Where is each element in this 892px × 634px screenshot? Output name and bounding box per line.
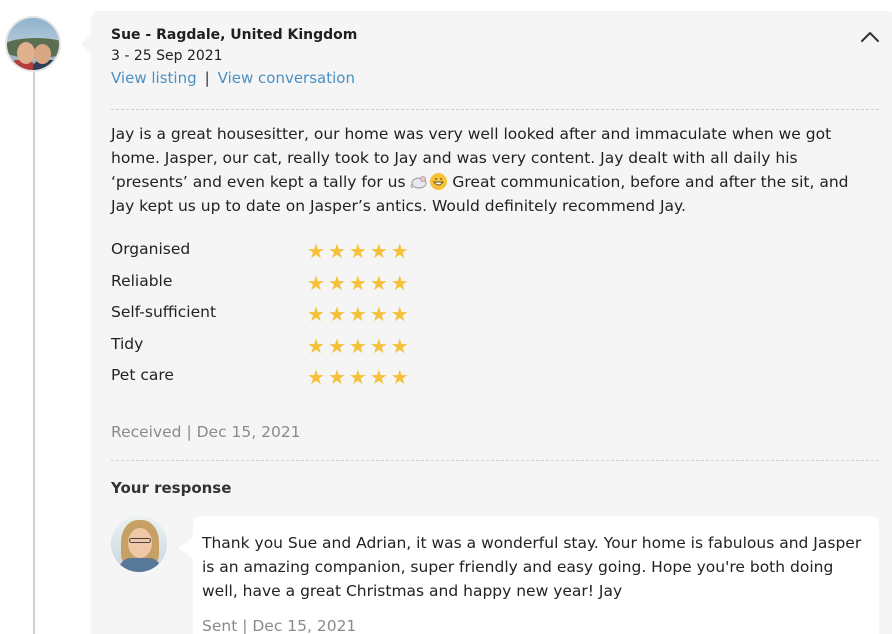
card-pointer [81, 34, 91, 54]
divider [111, 460, 879, 461]
response-heading: Your response [111, 479, 232, 497]
star-icon: ★ [307, 365, 325, 389]
reviewer-avatar [5, 16, 61, 72]
collapse-button[interactable] [859, 26, 881, 46]
link-separator: | [204, 69, 210, 87]
star-rating: ★ ★ ★ ★ ★ [307, 364, 409, 390]
reviewer-name: Sue - Ragdale, United Kingdom [111, 27, 358, 43]
rating-label: Pet care [111, 366, 174, 384]
star-icon: ★ [390, 239, 409, 263]
star-icon: ★ [348, 302, 367, 326]
response-bubble-pointer [178, 538, 193, 558]
star-icon: ★ [327, 333, 346, 358]
star-icon: ★ [327, 365, 346, 389]
rating-row-tidy: Tidy ★ ★ ★ ★ ★ [111, 331, 511, 363]
responder-avatar [111, 516, 167, 572]
response-text: Thank you Sue and Adrian, it was a wonde… [202, 534, 862, 600]
star-icon: ★ [327, 270, 346, 295]
rating-label: Organised [111, 240, 191, 258]
grinning-face-emoji [430, 173, 448, 190]
star-rating: ★ ★ ★ ★ ★ [307, 238, 409, 264]
rating-label: Reliable [111, 271, 173, 290]
rating-label: Self-sufficient [111, 303, 217, 321]
rating-row-pet-care: Pet care ★ ★ ★ ★ ★ [111, 362, 511, 394]
chevron-up-icon [861, 32, 879, 42]
received-date: Received | Dec 15, 2021 [111, 423, 301, 441]
star-rating: ★ ★ ★ ★ ★ [307, 270, 409, 296]
view-listing-link[interactable]: View listing [111, 69, 197, 87]
view-conversation-link[interactable]: View conversation [218, 69, 355, 87]
review-links: View listing | View conversation [111, 69, 355, 87]
star-icon: ★ [390, 333, 409, 358]
star-icon: ★ [390, 302, 409, 326]
divider [111, 109, 879, 110]
star-icon: ★ [348, 333, 367, 358]
star-rating: ★ ★ ★ ★ ★ [307, 333, 409, 359]
rating-row-organised: Organised ★ ★ ★ ★ ★ [111, 236, 511, 268]
review-text: Jay is a great housesitter, our home was… [111, 122, 873, 218]
star-icon: ★ [369, 239, 388, 263]
star-icon: ★ [369, 333, 388, 358]
sent-date: Sent | Dec 15, 2021 [202, 617, 357, 634]
star-icon: ★ [327, 239, 346, 263]
timeline-line [33, 62, 35, 634]
star-rating: ★ ★ ★ ★ ★ [307, 301, 409, 327]
star-icon: ★ [348, 270, 367, 295]
ratings-list: Organised ★ ★ ★ ★ ★ Reliable ★ ★ ★ ★ ★ Self-suff… [111, 236, 511, 394]
star-icon: ★ [369, 302, 388, 326]
rating-label: Tidy [111, 334, 144, 353]
sit-dates: 3 - 25 Sep 2021 [111, 48, 223, 64]
star-icon: ★ [348, 239, 367, 263]
star-icon: ★ [369, 270, 388, 295]
rating-row-reliable: Reliable ★ ★ ★ ★ ★ [111, 268, 511, 300]
star-icon: ★ [390, 270, 409, 295]
star-icon: ★ [390, 365, 409, 389]
rating-row-self-sufficient: Self-sufficient ★ ★ ★ ★ ★ [111, 299, 511, 331]
star-icon: ★ [307, 270, 325, 295]
mouse-emoji [410, 172, 430, 189]
star-icon: ★ [348, 365, 367, 389]
star-icon: ★ [327, 302, 346, 326]
star-icon: ★ [307, 333, 325, 358]
star-icon: ★ [307, 239, 325, 263]
star-icon: ★ [369, 365, 388, 389]
star-icon: ★ [307, 302, 325, 326]
